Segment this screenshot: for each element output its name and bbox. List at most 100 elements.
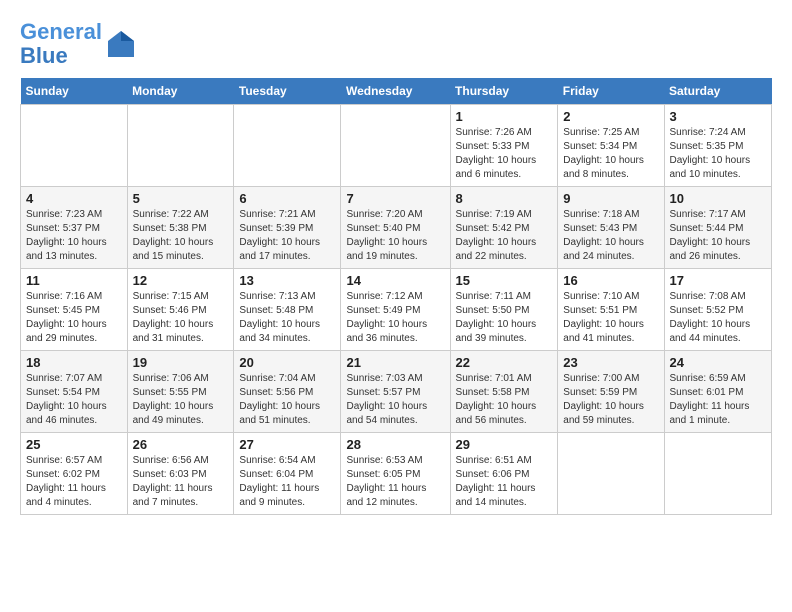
day-of-week-header: Wednesday bbox=[341, 78, 450, 105]
calendar-cell: 17 Sunrise: 7:08 AM Sunset: 5:52 PM Dayli… bbox=[664, 269, 772, 351]
calendar-cell bbox=[664, 433, 772, 515]
day-of-week-header: Friday bbox=[558, 78, 664, 105]
calendar-cell: 18Sunrise: 7:07 AM Sunset: 5:54 PM Dayli… bbox=[21, 351, 128, 433]
day-number: 9 bbox=[563, 191, 658, 206]
day-number: 15 bbox=[456, 273, 553, 288]
days-header-row: SundayMondayTuesdayWednesdayThursdayFrid… bbox=[21, 78, 772, 105]
day-number: 2 bbox=[563, 109, 658, 124]
day-info: Sunrise: 7:21 AM Sunset: 5:39 PM Dayligh… bbox=[239, 208, 335, 264]
calendar-cell: 7 Sunrise: 7:20 AM Sunset: 5:40 PM Daylig… bbox=[341, 187, 450, 269]
calendar-cell: 2 Sunrise: 7:25 AM Sunset: 5:34 PM Daylig… bbox=[558, 105, 664, 187]
day-number: 6 bbox=[239, 191, 335, 206]
day-info: Sunrise: 6:53 AM Sunset: 6:05 PM Dayligh… bbox=[346, 454, 444, 510]
day-info: Sunrise: 7:25 AM Sunset: 5:34 PM Dayligh… bbox=[563, 126, 658, 182]
calendar-cell: 5 Sunrise: 7:22 AM Sunset: 5:38 PM Daylig… bbox=[127, 187, 234, 269]
day-number: 3 bbox=[670, 109, 767, 124]
day-number: 26 bbox=[133, 437, 229, 452]
calendar-cell: 24 Sunrise: 6:59 AM Sunset: 6:01 PM Dayli… bbox=[664, 351, 772, 433]
calendar-cell bbox=[234, 105, 341, 187]
calendar-cell: 11 Sunrise: 7:16 AM Sunset: 5:45 PM Dayli… bbox=[21, 269, 128, 351]
calendar-cell: 22 Sunrise: 7:01 AM Sunset: 5:58 PM Dayli… bbox=[450, 351, 558, 433]
day-number: 16 bbox=[563, 273, 658, 288]
calendar-cell: 4 Sunrise: 7:23 AM Sunset: 5:37 PM Daylig… bbox=[21, 187, 128, 269]
day-info: Sunrise: 7:17 AM Sunset: 5:44 PM Dayligh… bbox=[670, 208, 767, 264]
calendar-cell: 28 Sunrise: 6:53 AM Sunset: 6:05 PM Dayli… bbox=[341, 433, 450, 515]
day-info: Sunrise: 7:07 AM Sunset: 5:54 PM Dayligh… bbox=[26, 372, 122, 428]
day-info: Sunrise: 7:03 AM Sunset: 5:57 PM Dayligh… bbox=[346, 372, 444, 428]
day-info: Sunrise: 6:54 AM Sunset: 6:04 PM Dayligh… bbox=[239, 454, 335, 510]
logo-icon bbox=[106, 29, 136, 59]
day-number: 10 bbox=[670, 191, 767, 206]
day-number: 22 bbox=[456, 355, 553, 370]
day-info: Sunrise: 7:01 AM Sunset: 5:58 PM Dayligh… bbox=[456, 372, 553, 428]
calendar-cell: 29 Sunrise: 6:51 AM Sunset: 6:06 PM Dayli… bbox=[450, 433, 558, 515]
day-info: Sunrise: 7:08 AM Sunset: 5:52 PM Dayligh… bbox=[670, 290, 767, 346]
calendar-cell: 21 Sunrise: 7:03 AM Sunset: 5:57 PM Dayli… bbox=[341, 351, 450, 433]
day-info: Sunrise: 7:06 AM Sunset: 5:55 PM Dayligh… bbox=[133, 372, 229, 428]
day-info: Sunrise: 7:24 AM Sunset: 5:35 PM Dayligh… bbox=[670, 126, 767, 182]
calendar-cell: 14Sunrise: 7:12 AM Sunset: 5:49 PM Dayli… bbox=[341, 269, 450, 351]
calendar-cell: 8 Sunrise: 7:19 AM Sunset: 5:42 PM Daylig… bbox=[450, 187, 558, 269]
day-of-week-header: Saturday bbox=[664, 78, 772, 105]
day-info: Sunrise: 7:20 AM Sunset: 5:40 PM Dayligh… bbox=[346, 208, 444, 264]
day-number: 5 bbox=[133, 191, 229, 206]
day-number: 12 bbox=[133, 273, 229, 288]
day-info: Sunrise: 6:57 AM Sunset: 6:02 PM Dayligh… bbox=[26, 454, 122, 510]
calendar-cell: 25 Sunrise: 6:57 AM Sunset: 6:02 PM Dayli… bbox=[21, 433, 128, 515]
logo-text: GeneralBlue bbox=[20, 20, 102, 68]
day-number: 17 bbox=[670, 273, 767, 288]
day-of-week-header: Monday bbox=[127, 78, 234, 105]
day-number: 24 bbox=[670, 355, 767, 370]
day-info: Sunrise: 7:16 AM Sunset: 5:45 PM Dayligh… bbox=[26, 290, 122, 346]
calendar-week-row: 18Sunrise: 7:07 AM Sunset: 5:54 PM Dayli… bbox=[21, 351, 772, 433]
day-number: 11 bbox=[26, 273, 122, 288]
day-number: 4 bbox=[26, 191, 122, 206]
day-info: Sunrise: 6:56 AM Sunset: 6:03 PM Dayligh… bbox=[133, 454, 229, 510]
day-info: Sunrise: 7:22 AM Sunset: 5:38 PM Dayligh… bbox=[133, 208, 229, 264]
day-info: Sunrise: 7:13 AM Sunset: 5:48 PM Dayligh… bbox=[239, 290, 335, 346]
day-number: 7 bbox=[346, 191, 444, 206]
page-header: GeneralBlue bbox=[20, 20, 772, 68]
calendar-cell bbox=[127, 105, 234, 187]
day-info: Sunrise: 7:15 AM Sunset: 5:46 PM Dayligh… bbox=[133, 290, 229, 346]
day-number: 28 bbox=[346, 437, 444, 452]
calendar-week-row: 25 Sunrise: 6:57 AM Sunset: 6:02 PM Dayli… bbox=[21, 433, 772, 515]
calendar-cell bbox=[21, 105, 128, 187]
day-number: 25 bbox=[26, 437, 122, 452]
day-number: 19 bbox=[133, 355, 229, 370]
day-number: 14 bbox=[346, 273, 444, 288]
day-of-week-header: Sunday bbox=[21, 78, 128, 105]
day-info: Sunrise: 7:19 AM Sunset: 5:42 PM Dayligh… bbox=[456, 208, 553, 264]
day-info: Sunrise: 6:59 AM Sunset: 6:01 PM Dayligh… bbox=[670, 372, 767, 428]
calendar-cell: 16 Sunrise: 7:10 AM Sunset: 5:51 PM Dayli… bbox=[558, 269, 664, 351]
calendar-cell: 13 Sunrise: 7:13 AM Sunset: 5:48 PM Dayli… bbox=[234, 269, 341, 351]
day-info: Sunrise: 7:10 AM Sunset: 5:51 PM Dayligh… bbox=[563, 290, 658, 346]
calendar-cell: 9Sunrise: 7:18 AM Sunset: 5:43 PM Daylig… bbox=[558, 187, 664, 269]
calendar-week-row: 11 Sunrise: 7:16 AM Sunset: 5:45 PM Dayli… bbox=[21, 269, 772, 351]
day-number: 8 bbox=[456, 191, 553, 206]
calendar-cell: 6 Sunrise: 7:21 AM Sunset: 5:39 PM Daylig… bbox=[234, 187, 341, 269]
calendar-cell: 23 Sunrise: 7:00 AM Sunset: 5:59 PM Dayli… bbox=[558, 351, 664, 433]
day-of-week-header: Tuesday bbox=[234, 78, 341, 105]
day-info: Sunrise: 7:26 AM Sunset: 5:33 PM Dayligh… bbox=[456, 126, 553, 182]
calendar-cell: 12 Sunrise: 7:15 AM Sunset: 5:46 PM Dayli… bbox=[127, 269, 234, 351]
calendar-cell: 10 Sunrise: 7:17 AM Sunset: 5:44 PM Dayli… bbox=[664, 187, 772, 269]
day-number: 29 bbox=[456, 437, 553, 452]
day-number: 23 bbox=[563, 355, 658, 370]
day-info: Sunrise: 7:11 AM Sunset: 5:50 PM Dayligh… bbox=[456, 290, 553, 346]
day-info: Sunrise: 6:51 AM Sunset: 6:06 PM Dayligh… bbox=[456, 454, 553, 510]
day-number: 13 bbox=[239, 273, 335, 288]
calendar-cell: 20 Sunrise: 7:04 AM Sunset: 5:56 PM Dayli… bbox=[234, 351, 341, 433]
day-info: Sunrise: 7:04 AM Sunset: 5:56 PM Dayligh… bbox=[239, 372, 335, 428]
logo: GeneralBlue bbox=[20, 20, 136, 68]
day-number: 27 bbox=[239, 437, 335, 452]
day-number: 21 bbox=[346, 355, 444, 370]
calendar-cell bbox=[341, 105, 450, 187]
calendar-cell: 26 Sunrise: 6:56 AM Sunset: 6:03 PM Dayli… bbox=[127, 433, 234, 515]
calendar-cell: 3 Sunrise: 7:24 AM Sunset: 5:35 PM Daylig… bbox=[664, 105, 772, 187]
calendar-cell bbox=[558, 433, 664, 515]
day-number: 20 bbox=[239, 355, 335, 370]
day-info: Sunrise: 7:00 AM Sunset: 5:59 PM Dayligh… bbox=[563, 372, 658, 428]
day-info: Sunrise: 7:23 AM Sunset: 5:37 PM Dayligh… bbox=[26, 208, 122, 264]
calendar-cell: 1Sunrise: 7:26 AM Sunset: 5:33 PM Daylig… bbox=[450, 105, 558, 187]
